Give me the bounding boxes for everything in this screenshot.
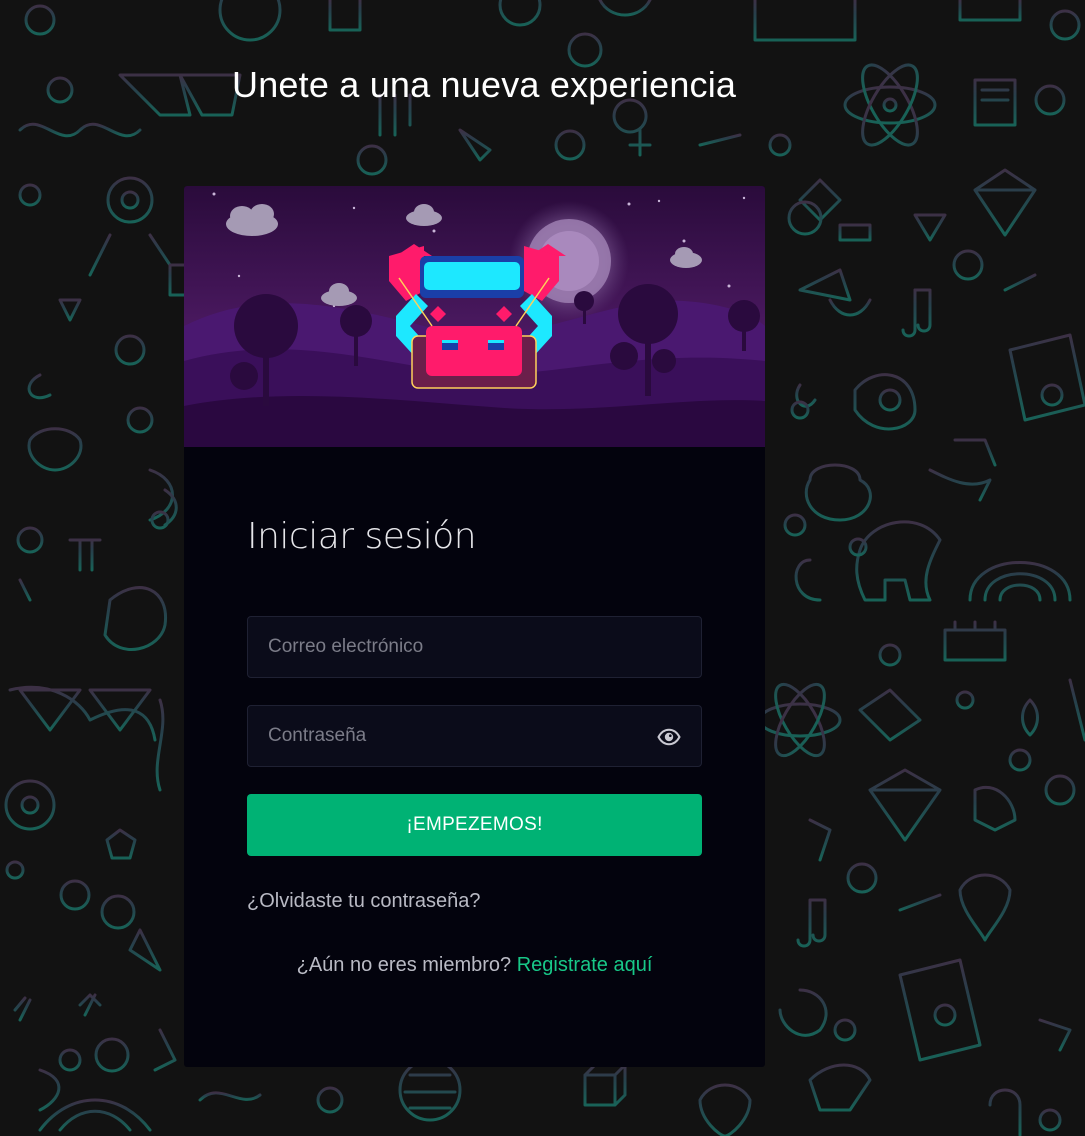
- start-button[interactable]: ¡EMPEZEMOS!: [247, 794, 702, 856]
- register-line: ¿Aún no eres miembro? Registrate aquí: [247, 954, 702, 977]
- register-link[interactable]: Registrate aquí: [517, 954, 653, 976]
- password-field[interactable]: [248, 706, 701, 766]
- login-title: Iniciar sesión: [247, 516, 477, 557]
- page-heading: Unete a una nueva experiencia: [232, 64, 737, 105]
- eye-icon[interactable]: [657, 725, 681, 749]
- forgot-password-link[interactable]: ¿Olvidaste tu contraseña?: [247, 890, 480, 913]
- password-field-wrapper: [247, 705, 702, 767]
- hero-illustration: [184, 186, 765, 447]
- login-card: Iniciar sesión ¡EMPEZEMOS! ¿Olvidaste tu…: [184, 186, 765, 1067]
- login-form: Iniciar sesión ¡EMPEZEMOS! ¿Olvidaste tu…: [247, 516, 702, 976]
- email-field[interactable]: [248, 617, 701, 677]
- register-prompt: ¿Aún no eres miembro?: [296, 954, 512, 976]
- email-field-wrapper: [247, 616, 702, 678]
